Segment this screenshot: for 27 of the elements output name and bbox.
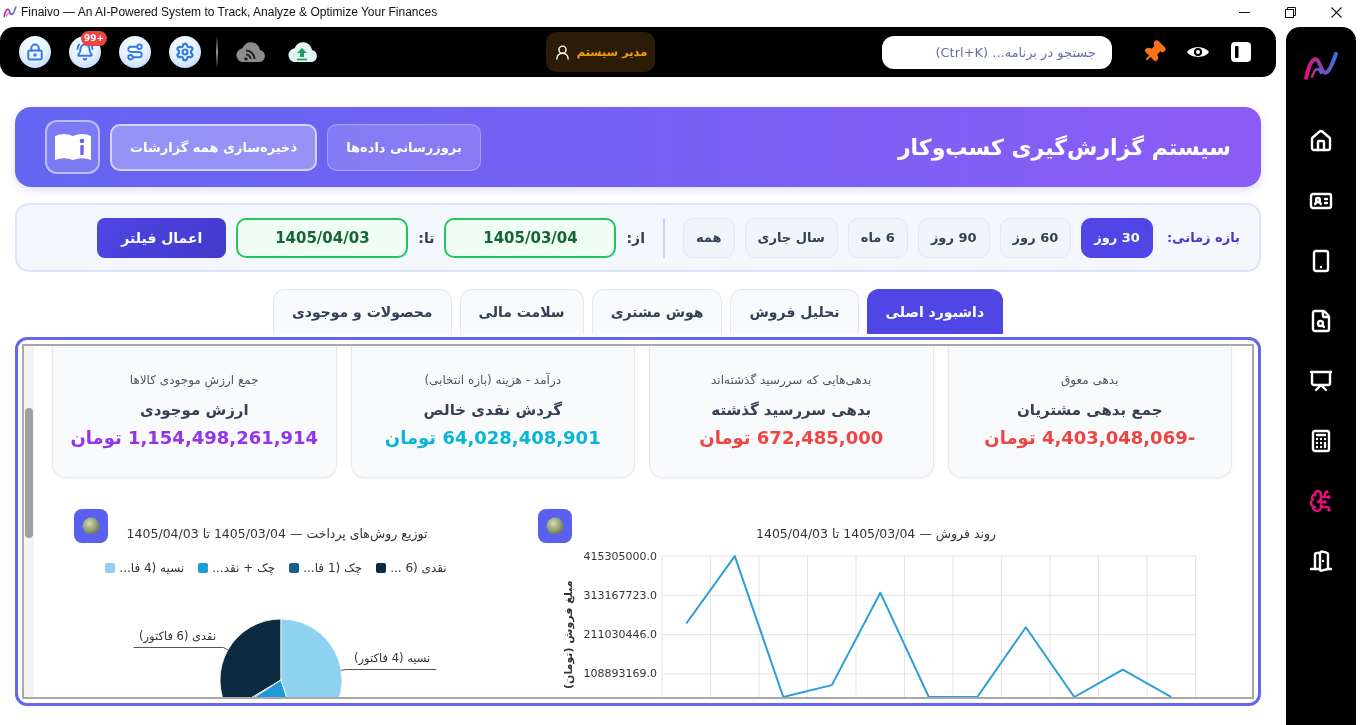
notification-badge: 99+	[80, 31, 107, 46]
slice-label: نسیه (4 فاکتور)	[354, 651, 431, 666]
window-title: Finaivo — An AI-Powered System to Track, Analyze & Optimize Your Finances	[21, 5, 438, 19]
card-subtitle: درآمد - هزینه (بازه انتخابی)	[424, 372, 562, 388]
chart-title: روند فروش — 1405/03/04 تا 1405/04/03	[756, 526, 996, 541]
axis-title: مبلغ فروش (تومان)	[561, 580, 575, 689]
card-title: گردش نقدی خالص	[423, 400, 562, 420]
card-value: 64,028,408,901 تومان	[384, 426, 601, 450]
axis-tick-label: 108893169.0	[583, 667, 657, 681]
card-title: جمع بدهی مشتریان	[1017, 400, 1163, 420]
axis-tick-label: 211030446.0	[583, 628, 657, 642]
slice-label: نقدی (6 فاکتور)	[139, 629, 217, 644]
page-title: سیستم گزارش‌گیری کسب‌وکار	[897, 134, 1231, 160]
filter-label: بازه زمانی:	[1166, 230, 1240, 245]
card-title: ارزش موجودی	[139, 400, 249, 420]
card-value: 1,154,498,261,914 تومان	[70, 426, 319, 450]
card-title: بدهی سررسید گذشته	[711, 400, 872, 420]
card-subtitle: جمع ارزش موجودی کالاها	[129, 372, 259, 388]
field-label: از:	[626, 229, 645, 246]
card-value: -4,403,048,069 تومان	[984, 426, 1196, 450]
card-subtitle: بدهی معوق	[1061, 372, 1119, 388]
card-subtitle: بدهی‌هایی که سررسید گذشته‌اند	[711, 372, 872, 388]
chart-title: توزیع روش‌های پرداخت — 1405/03/04 تا 1405/04/03	[126, 526, 428, 541]
axis-tick-label: 415305000.0	[583, 549, 657, 563]
card-value: 672,485,000 تومان	[699, 426, 884, 450]
field-label: تا:	[418, 229, 435, 246]
axis-tick-label: 313167723.0	[583, 588, 657, 602]
